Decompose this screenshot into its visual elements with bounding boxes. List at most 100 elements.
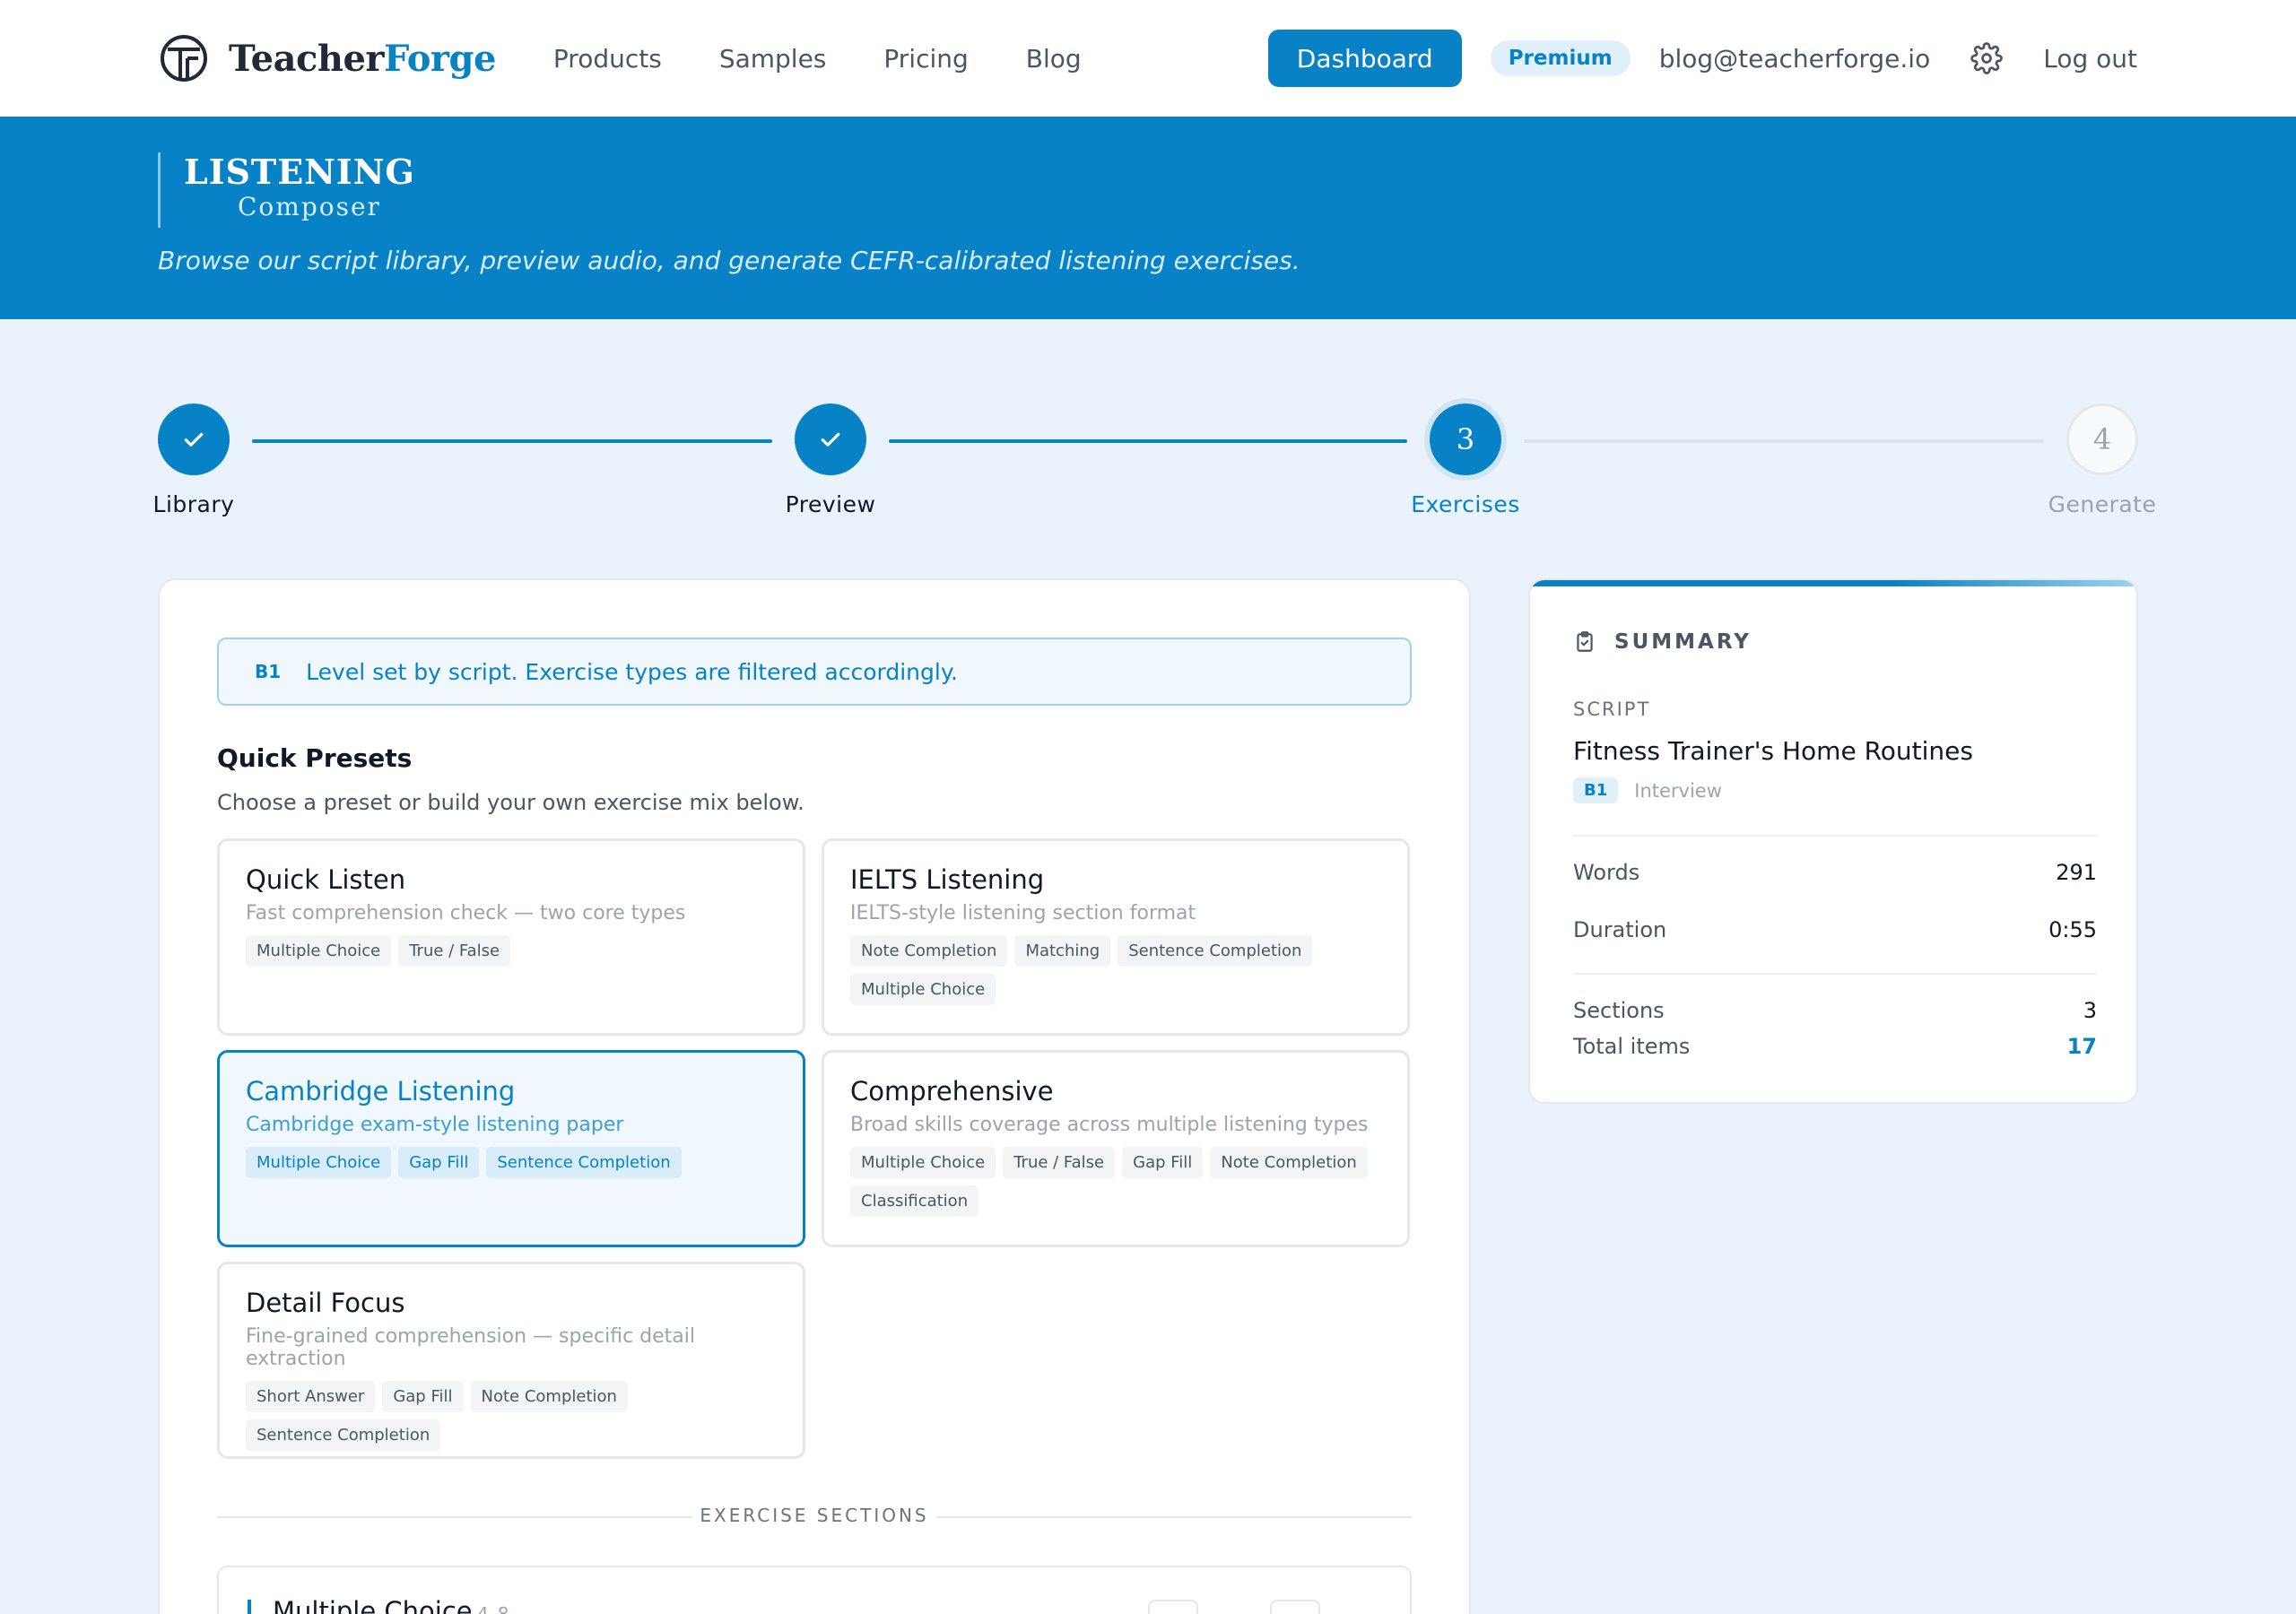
summary-panel: SUMMARY SCRIPT Fitness Trainer's Home Ro… bbox=[1528, 578, 2138, 1104]
preset-card-quick-listen[interactable]: Quick Listen Fast comprehension check — … bbox=[217, 838, 805, 1036]
exercise-section-row: Multiple Choice 4–8 bbox=[217, 1566, 1412, 1614]
preset-card-cambridge-listening[interactable]: Cambridge Listening Cambridge exam-style… bbox=[217, 1050, 805, 1247]
section-name: Multiple Choice bbox=[273, 1596, 473, 1614]
exercise-sections-divider: EXERCISE SECTIONS bbox=[217, 1503, 1412, 1530]
exercise-type-tag: True / False bbox=[398, 935, 511, 967]
brand-name-part2: Forge bbox=[384, 37, 496, 80]
top-navbar: TeacherForge Products Samples Pricing Bl… bbox=[0, 0, 2296, 117]
preset-tags: Multiple Choice True / False Gap Fill No… bbox=[850, 1147, 1381, 1224]
page-title-block: LISTENING Composer bbox=[158, 152, 415, 228]
step-library[interactable]: Library bbox=[104, 404, 283, 517]
logo-mark-icon bbox=[161, 35, 207, 82]
presets-subheading: Choose a preset or build your own exerci… bbox=[217, 790, 804, 815]
preset-name: IELTS Listening bbox=[850, 864, 1045, 895]
preset-description: Fast comprehension check — two core type… bbox=[246, 902, 686, 924]
preset-tags: Note Completion Matching Sentence Comple… bbox=[850, 935, 1381, 1012]
preset-card-ielts-listening[interactable]: IELTS Listening IELTS-style listening se… bbox=[822, 838, 1410, 1036]
preset-description: IELTS-style listening section format bbox=[850, 902, 1196, 924]
summary-row-total-items: Total items 17 bbox=[1573, 1034, 2097, 1059]
level-badge: B1 bbox=[255, 661, 282, 682]
preset-name: Detail Focus bbox=[246, 1288, 405, 1318]
script-type: Interview bbox=[1634, 779, 1722, 802]
step-number: 4 bbox=[2066, 404, 2138, 475]
preset-tags: Multiple Choice Gap Fill Sentence Comple… bbox=[246, 1147, 777, 1185]
exercise-type-tag: Note Completion bbox=[470, 1381, 628, 1412]
page-subtitle: Composer bbox=[238, 192, 381, 221]
dashboard-button[interactable]: Dashboard bbox=[1267, 30, 1462, 87]
summary-row-words: Words 291 bbox=[1573, 860, 2097, 885]
sections-value: 3 bbox=[2083, 998, 2097, 1023]
exercise-type-tag: Gap Fill bbox=[398, 1147, 480, 1178]
step-connector-2 bbox=[889, 439, 1407, 443]
exercise-sections-label: EXERCISE SECTIONS bbox=[700, 1505, 929, 1526]
step-connector-3 bbox=[1524, 439, 2044, 443]
step-generate[interactable]: 4 Generate bbox=[2013, 404, 2192, 517]
exercise-type-tag: Sentence Completion bbox=[246, 1419, 441, 1451]
summary-divider bbox=[1573, 973, 2097, 975]
page-description: Browse our script library, preview audio… bbox=[158, 246, 1300, 275]
exercise-type-tag: Classification bbox=[850, 1185, 979, 1217]
nav-user-area: Dashboard Premium blog@teacherforge.io L… bbox=[1267, 30, 2137, 87]
increase-count-button[interactable] bbox=[1270, 1600, 1320, 1614]
step-connector-1 bbox=[252, 439, 772, 443]
exercise-type-tag: Multiple Choice bbox=[850, 1147, 996, 1178]
exercise-type-tag: Matching bbox=[1014, 935, 1111, 967]
sections-label: Sections bbox=[1573, 998, 1665, 1023]
preset-description: Fine-grained comprehension — specific de… bbox=[246, 1325, 696, 1370]
nav-link-blog[interactable]: Blog bbox=[1026, 44, 1082, 74]
preset-card-detail-focus[interactable]: Detail Focus Fine-grained comprehension … bbox=[217, 1262, 805, 1459]
exercise-type-tag: Multiple Choice bbox=[246, 935, 392, 967]
summary-header: SUMMARY bbox=[1573, 630, 1752, 654]
premium-badge: Premium bbox=[1490, 40, 1631, 76]
page-hero: LISTENING Composer Browse our script lib… bbox=[0, 117, 2296, 319]
step-label: Exercises bbox=[1411, 491, 1520, 517]
exercise-type-tag: True / False bbox=[1003, 1147, 1116, 1178]
level-info-banner: B1 Level set by script. Exercise types a… bbox=[217, 638, 1412, 706]
check-icon bbox=[795, 404, 866, 475]
decrease-count-button[interactable] bbox=[1148, 1600, 1198, 1614]
exercise-type-tag: Multiple Choice bbox=[246, 1147, 392, 1178]
exercise-builder-card: B1 Level set by script. Exercise types a… bbox=[158, 578, 1471, 1614]
gear-icon[interactable] bbox=[1970, 42, 2003, 74]
page-title: LISTENING bbox=[184, 152, 415, 192]
step-label: Preview bbox=[785, 491, 876, 517]
script-label: SCRIPT bbox=[1573, 699, 1651, 720]
nav-link-samples[interactable]: Samples bbox=[719, 44, 827, 74]
exercise-type-tag: Multiple Choice bbox=[850, 974, 996, 1005]
words-label: Words bbox=[1573, 860, 1640, 885]
brand-name: TeacherForge bbox=[229, 38, 496, 80]
duration-label: Duration bbox=[1573, 917, 1667, 942]
summary-heading: SUMMARY bbox=[1614, 630, 1752, 654]
progress-stepper: Library Preview 3 Exercises 4 Generate bbox=[0, 404, 2296, 529]
preset-description: Cambridge exam-style listening paper bbox=[246, 1114, 624, 1136]
words-value: 291 bbox=[2056, 860, 2097, 885]
nav-link-pricing[interactable]: Pricing bbox=[883, 44, 968, 74]
summary-accent-bar bbox=[1530, 580, 2136, 586]
step-exercises[interactable]: 3 Exercises bbox=[1376, 404, 1555, 517]
exercise-type-tag: Note Completion bbox=[1210, 1147, 1368, 1178]
summary-row-duration: Duration 0:55 bbox=[1573, 917, 2097, 942]
brand-name-part1: Teacher bbox=[229, 37, 385, 80]
preset-name: Comprehensive bbox=[850, 1076, 1054, 1106]
brand-logo[interactable]: TeacherForge bbox=[159, 33, 496, 83]
nav-link-products[interactable]: Products bbox=[553, 44, 662, 74]
exercise-type-tag: Sentence Completion bbox=[486, 1147, 682, 1178]
step-label: Library bbox=[152, 491, 235, 517]
logout-link[interactable]: Log out bbox=[2043, 44, 2137, 74]
summary-divider bbox=[1573, 835, 2097, 837]
preset-card-comprehensive[interactable]: Comprehensive Broad skills coverage acro… bbox=[822, 1050, 1410, 1247]
preset-tags: Multiple Choice True / False bbox=[246, 935, 777, 974]
step-number: 3 bbox=[1430, 404, 1501, 475]
step-label: Generate bbox=[2048, 491, 2157, 517]
total-items-value: 17 bbox=[2066, 1034, 2097, 1059]
level-message: Level set by script. Exercise types are … bbox=[306, 658, 959, 685]
exercise-type-tag: Short Answer bbox=[246, 1381, 376, 1412]
user-email: blog@teacherforge.io bbox=[1658, 43, 1931, 74]
script-meta: B1 Interview bbox=[1573, 777, 1722, 803]
clipboard-check-icon bbox=[1577, 631, 1593, 652]
preset-name: Quick Listen bbox=[246, 864, 406, 895]
total-items-label: Total items bbox=[1573, 1034, 1691, 1059]
section-item-range: 4–8 bbox=[477, 1603, 509, 1614]
step-preview[interactable]: Preview bbox=[741, 404, 920, 517]
script-level-badge: B1 bbox=[1573, 777, 1619, 803]
